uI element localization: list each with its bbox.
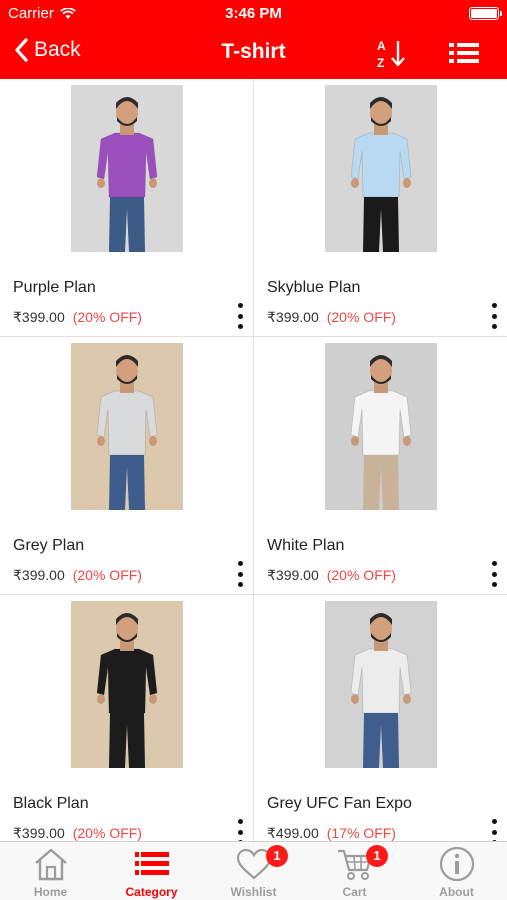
tab-home[interactable]: Home	[0, 842, 101, 900]
more-options-icon[interactable]	[235, 819, 245, 841]
more-options-icon[interactable]	[235, 561, 245, 587]
price-row: ₹399.00 (20% OFF)	[13, 567, 142, 584]
product-image[interactable]	[71, 85, 183, 252]
product-card[interactable]: Skyblue Plan ₹399.00 (20% OFF)	[254, 79, 507, 336]
sort-a-z-icon[interactable]: A Z	[373, 36, 409, 70]
product-grid: Purple Plan ₹399.00 (20% OFF) Skyblue Plan ₹…	[0, 79, 507, 841]
more-options-icon[interactable]	[489, 303, 499, 329]
product-name[interactable]: White Plan	[267, 537, 344, 555]
product-price: ₹399.00	[13, 309, 65, 325]
product-card[interactable]: Grey Plan ₹399.00 (20% OFF)	[0, 337, 253, 594]
tab-wishlist[interactable]: 1 Wishlist	[203, 842, 304, 900]
product-card[interactable]: White Plan ₹399.00 (20% OFF)	[254, 337, 507, 594]
price-row: ₹399.00 (20% OFF)	[13, 309, 142, 326]
tab-cart[interactable]: 1 Cart	[304, 842, 405, 900]
product-discount: (20% OFF)	[72, 309, 142, 325]
product-card[interactable]: Grey UFC Fan Expo ₹499.00 (17% OFF)	[254, 595, 507, 841]
tab-label: About	[439, 885, 474, 899]
product-discount: (17% OFF)	[326, 825, 396, 841]
status-time: 3:46 PM	[225, 5, 282, 22]
product-price: ₹399.00	[267, 567, 319, 583]
product-name[interactable]: Purple Plan	[13, 279, 96, 297]
price-row: ₹399.00 (20% OFF)	[267, 567, 396, 584]
svg-text:A: A	[377, 39, 386, 53]
tab-label: Category	[125, 885, 178, 899]
product-image[interactable]	[71, 601, 183, 768]
tab-label: Wishlist	[230, 885, 277, 899]
tab-category[interactable]: Category	[101, 842, 202, 900]
price-row: ₹399.00 (20% OFF)	[13, 825, 142, 841]
product-price: ₹399.00	[267, 309, 319, 325]
status-bar: Carrier 3:46 PM	[0, 0, 507, 28]
category-list-icon	[134, 852, 169, 875]
product-discount: (20% OFF)	[326, 567, 396, 583]
wishlist-badge: 1	[266, 845, 288, 867]
product-price: ₹499.00	[267, 825, 319, 841]
product-discount: (20% OFF)	[72, 825, 142, 841]
list-view-icon[interactable]	[447, 40, 481, 66]
product-card[interactable]: Purple Plan ₹399.00 (20% OFF)	[0, 79, 253, 336]
cart-badge: 1	[366, 845, 388, 867]
product-name[interactable]: Grey Plan	[13, 537, 84, 555]
more-options-icon[interactable]	[489, 561, 499, 587]
product-price: ₹399.00	[13, 567, 65, 583]
more-options-icon[interactable]	[235, 303, 245, 329]
battery-icon	[469, 7, 502, 20]
product-name[interactable]: Grey UFC Fan Expo	[267, 795, 412, 813]
home-icon	[34, 848, 67, 881]
info-icon	[439, 846, 474, 882]
svg-text:Z: Z	[377, 56, 384, 70]
page-title: T-shirt	[221, 40, 286, 63]
product-name[interactable]: Black Plan	[13, 795, 89, 813]
tab-label: Cart	[342, 885, 367, 899]
product-price: ₹399.00	[13, 825, 65, 841]
product-discount: (20% OFF)	[326, 309, 396, 325]
tab-bar: Home Category 1 Wishlist 1 Cart About	[0, 841, 507, 900]
product-image[interactable]	[71, 343, 183, 510]
product-image[interactable]	[325, 343, 437, 510]
price-row: ₹399.00 (20% OFF)	[267, 309, 396, 326]
more-options-icon[interactable]	[489, 819, 499, 841]
product-name[interactable]: Skyblue Plan	[267, 279, 360, 297]
app-header: Carrier 3:46 PM Back T-shirt A Z	[0, 0, 507, 79]
product-image[interactable]	[325, 601, 437, 768]
product-card[interactable]: Black Plan ₹399.00 (20% OFF)	[0, 595, 253, 841]
nav-bar: Back T-shirt A Z	[0, 28, 507, 79]
product-image[interactable]	[325, 85, 437, 252]
tab-label: Home	[33, 885, 68, 899]
price-row: ₹499.00 (17% OFF)	[267, 825, 396, 841]
tab-about[interactable]: About	[406, 842, 507, 900]
product-discount: (20% OFF)	[72, 567, 142, 583]
